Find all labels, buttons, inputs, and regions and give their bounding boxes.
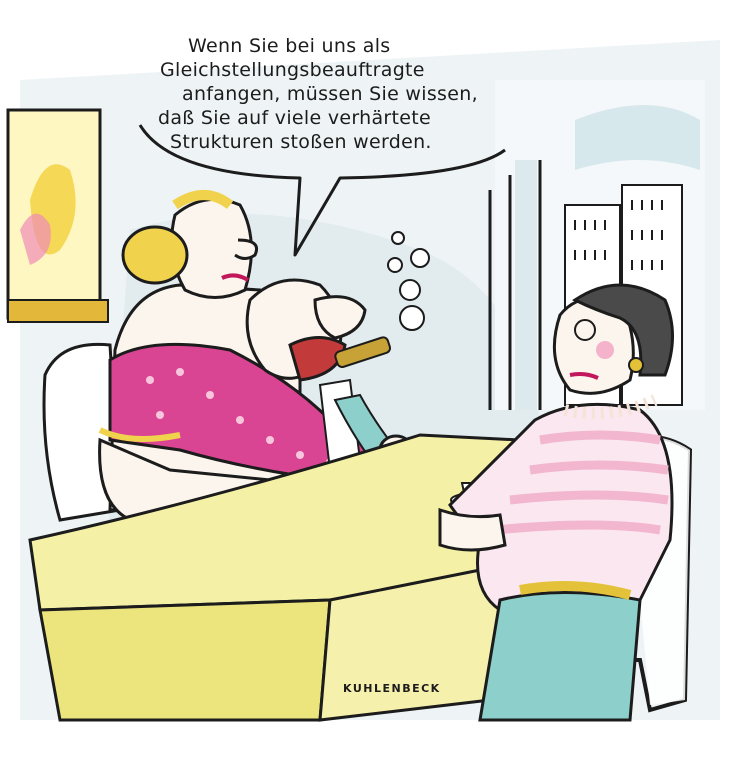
artist-signature: KUHLENBECK [343,682,441,695]
speech-line-3: anfangen, müssen Sie wissen, [182,83,478,105]
window-left [6,108,109,323]
speech-line-4: daß Sie auf viele verhärtete [158,107,431,129]
speech-line-5: Strukturen stoßen werden. [170,131,432,153]
speech-text: Wenn Sie bei uns als Gleichstellungsbeau… [150,34,550,154]
speech-line-1: Wenn Sie bei uns als [188,35,391,57]
speech-line-2: Gleichstellungsbeauftragte [160,59,425,81]
